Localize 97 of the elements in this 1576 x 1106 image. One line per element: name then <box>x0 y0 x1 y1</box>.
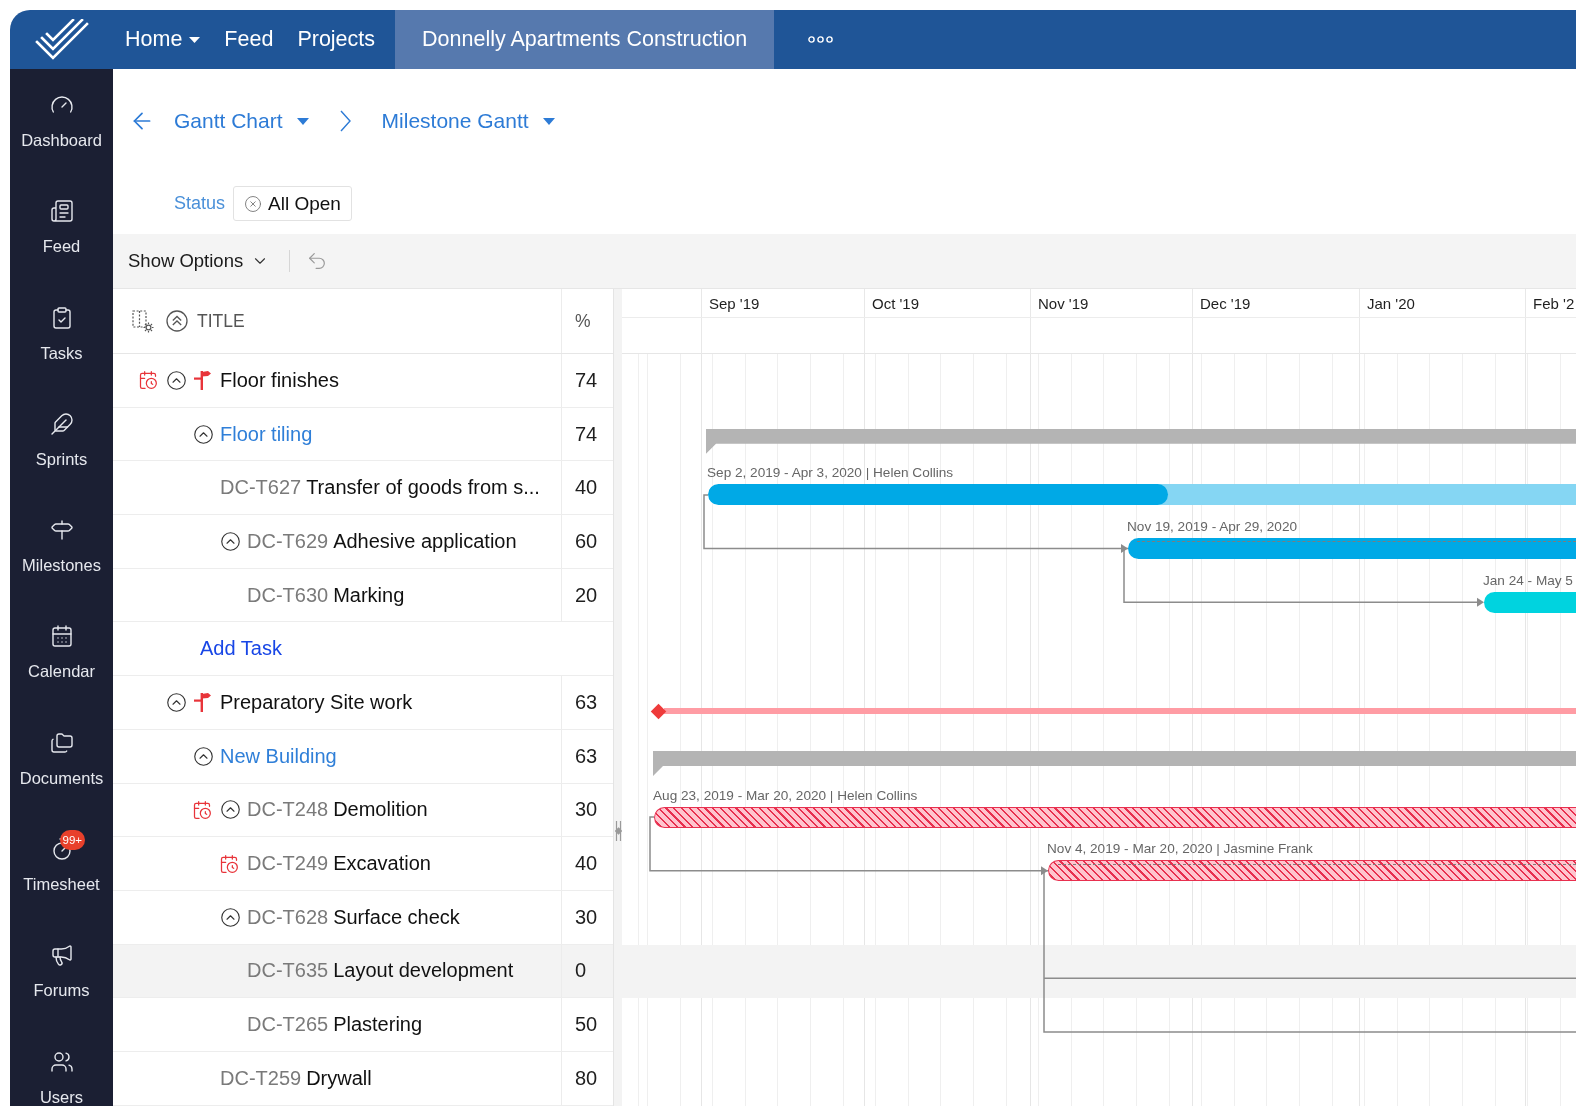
task-key: DC-T265 <box>247 1013 329 1037</box>
nav-tab[interactable]: Feed <box>212 10 286 69</box>
task-key: DC-T248 <box>247 798 329 822</box>
table-row[interactable]: DC-T259 Drywall 80 <box>113 1051 613 1106</box>
task-title: Excavation <box>333 852 431 876</box>
resize-handle-icon[interactable] <box>615 820 622 842</box>
sidebar-item[interactable]: Tasks <box>10 297 113 362</box>
milestone-title: Preparatory Site work <box>220 690 413 714</box>
task-key: DC-T628 <box>247 905 329 929</box>
date-range-label: Aug 23, 2019 - Mar 20, 2020 | Helen Collins <box>653 787 918 804</box>
task-key: DC-T629 <box>247 529 329 553</box>
nav-tab[interactable]: Donnelly Apartments Construction <box>395 10 775 69</box>
month-header: Nov '19 <box>1030 289 1192 317</box>
signpost-icon <box>193 692 211 713</box>
collapse-all-icon[interactable] <box>166 310 188 332</box>
notification-badge: 99+ <box>59 830 85 851</box>
chevron-up-circle-icon[interactable] <box>166 369 187 391</box>
task-title: Plastering <box>333 1013 423 1037</box>
clear-icon[interactable] <box>244 194 263 213</box>
month-header: Oct '19 <box>864 289 1030 317</box>
chevron-up-circle-icon[interactable] <box>166 691 187 713</box>
nav-tab[interactable]: Home <box>113 10 213 69</box>
sidebar-item[interactable]: Feed <box>10 191 113 256</box>
table-row[interactable]: DC-T629 Adhesive application 60 <box>113 515 613 569</box>
sidebar-item[interactable]: Sprints <box>10 403 113 468</box>
sidebar-item[interactable]: Documents <box>10 722 113 787</box>
newspaper-icon <box>49 199 74 224</box>
task-key: DC-T630 <box>247 583 329 607</box>
task-bar[interactable] <box>708 484 1576 506</box>
sidebar-item[interactable]: Milestones <box>10 510 113 575</box>
calendar-icon <box>49 624 74 649</box>
task-key: DC-T627 <box>220 476 302 500</box>
tasklist-link[interactable]: Floor tiling <box>220 422 313 446</box>
month-header: Jan '20 <box>1359 289 1525 317</box>
chevron-up-circle-icon[interactable] <box>193 745 214 767</box>
column-settings-icon[interactable] <box>132 309 154 333</box>
task-title: Layout development <box>333 959 514 983</box>
sidebar-item[interactable]: Calendar <box>10 616 113 681</box>
megaphone-icon <box>49 943 74 968</box>
chevron-up-circle-icon[interactable] <box>193 423 214 445</box>
table-row[interactable]: DC-T627 Transfer of goods from s... 40 <box>113 461 613 516</box>
table-row[interactable]: Preparatory Site work 63 <box>113 676 613 730</box>
chevron-up-circle-icon[interactable] <box>220 530 241 552</box>
table-row[interactable]: DC-T628 Surface check 30 <box>113 890 613 945</box>
chevron-up-circle-icon[interactable] <box>220 906 241 928</box>
table-row[interactable]: DC-T630 Marking 20 <box>113 568 613 623</box>
task-bar[interactable] <box>1048 860 1576 882</box>
signpost-icon <box>49 518 74 543</box>
sidebar-item[interactable]: Dashboard <box>10 85 113 149</box>
month-header: Feb '2 <box>1525 289 1576 317</box>
breadcrumb-dropdown[interactable]: Milestone Gantt <box>381 109 555 133</box>
table-row[interactable]: DC-T265 Plastering 50 <box>113 998 613 1052</box>
add-task-link[interactable]: Add Task <box>200 637 282 661</box>
date-range-label: Nov 19, 2019 - Apr 29, 2020 <box>1127 519 1298 536</box>
signpost-icon <box>193 370 211 391</box>
chevron-up-circle-icon[interactable] <box>220 799 241 821</box>
tasklist-link[interactable]: New Building <box>220 744 337 768</box>
date-range-label: Sep 2, 2019 - Apr 3, 2020 | Helen Collins <box>707 465 954 482</box>
date-range-label: Jan 24 - May 5 <box>1483 572 1573 589</box>
task-title: Surface check <box>333 905 460 929</box>
filter-label: Status <box>174 193 226 214</box>
column-header: TITLE <box>197 310 245 332</box>
show-options-button[interactable]: Show Options <box>128 250 270 272</box>
sidebar-item[interactable]: Users <box>10 1041 113 1106</box>
task-key: DC-T249 <box>247 852 329 876</box>
table-row[interactable]: DC-T248 Demolition 30 <box>113 783 613 838</box>
users-icon <box>49 1049 74 1074</box>
table-row[interactable]: DC-T635 Layout development 0 <box>113 944 613 999</box>
task-key: DC-T259 <box>220 1066 302 1090</box>
breadcrumb-dropdown[interactable]: Gantt Chart <box>174 109 309 133</box>
folders-icon <box>49 730 74 755</box>
task-title: Demolition <box>333 798 428 822</box>
task-title: Transfer of goods from s... <box>306 476 540 500</box>
table-row[interactable]: DC-T249 Excavation 40 <box>113 837 613 891</box>
table-row[interactable]: New Building 63 <box>113 729 613 784</box>
milestone-title: Floor finishes <box>220 368 339 392</box>
app-logo[interactable] <box>34 18 89 61</box>
feather-icon <box>49 411 74 436</box>
task-key: DC-T635 <box>247 959 329 983</box>
caret-down-icon <box>542 117 555 125</box>
task-bar[interactable] <box>1128 538 1576 560</box>
sidebar-item[interactable]: Forums <box>10 935 113 1000</box>
month-header: Dec '19 <box>1192 289 1359 317</box>
more-icon[interactable] <box>808 36 834 43</box>
month-header: Sep '19 <box>701 289 864 317</box>
caret-down-icon <box>296 117 309 125</box>
nav-tab[interactable]: Projects <box>285 10 388 69</box>
task-title: Adhesive application <box>333 529 517 553</box>
table-row[interactable]: Floor finishes 74 <box>113 354 613 408</box>
date-range-label: Nov 4, 2019 - Mar 20, 2020 | Jasmine Frank <box>1047 841 1313 858</box>
filter-chip[interactable]: All Open <box>233 186 352 221</box>
task-bar[interactable] <box>654 806 1576 828</box>
sidebar-item[interactable]: 99+ Timesheet <box>10 829 113 894</box>
task-title: Drywall <box>306 1066 372 1090</box>
table-row[interactable]: Floor tiling 74 <box>113 407 613 462</box>
chevron-right-icon <box>339 110 351 132</box>
task-title: Marking <box>333 583 405 607</box>
